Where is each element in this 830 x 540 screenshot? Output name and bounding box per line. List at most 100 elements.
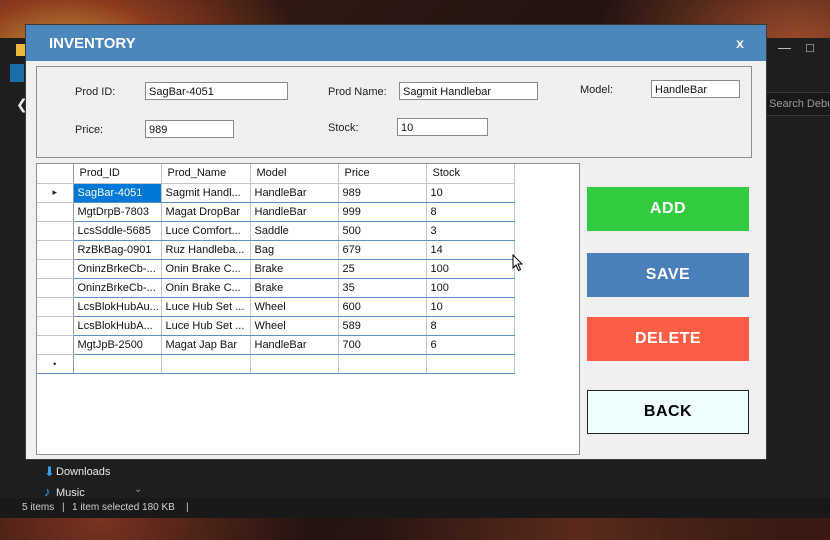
row-header[interactable] <box>37 297 74 317</box>
nav-item-downloads[interactable]: Downloads <box>56 466 110 478</box>
cell-stock[interactable]: 10 <box>426 297 515 317</box>
explorer-search-box[interactable]: Search Debug <box>766 92 830 116</box>
status-separator: | <box>62 502 65 513</box>
back-button[interactable]: BACK <box>587 390 749 434</box>
cell-price[interactable]: 679 <box>338 240 427 260</box>
cell-model[interactable]: Brake <box>250 278 339 298</box>
table-row[interactable]: OninzBrkeCb-... Onin Brake C... Brake 35 100 <box>37 278 515 298</box>
column-header-price[interactable]: Price <box>338 164 427 184</box>
table-row[interactable]: LcsBlokHubAu... Luce Hub Set ... Wheel 600 1… <box>37 297 515 317</box>
music-icon: ♪ <box>44 484 51 499</box>
cell-model[interactable]: Wheel <box>250 297 339 317</box>
minimize-icon[interactable]: — <box>778 40 791 55</box>
cell-prod-name[interactable]: Magat DropBar <box>161 202 251 222</box>
table-row[interactable]: RzBkBag-0901 Ruz Handleba... Bag 679 14 <box>37 240 515 260</box>
cell-model[interactable]: Wheel <box>250 316 339 336</box>
cell-stock[interactable]: 8 <box>426 316 515 336</box>
cell-model[interactable]: HandleBar <box>250 202 339 222</box>
cell-prod-id[interactable]: RzBkBag-0901 <box>73 240 162 260</box>
cell-prod-id[interactable]: MgtJpB-2500 <box>73 335 162 355</box>
cell-stock[interactable]: 14 <box>426 240 515 260</box>
grid-body: ▸ SagBar-4051 Sagmit Handl... HandleBar 989 1… <box>37 183 515 374</box>
column-header-prod-name[interactable]: Prod_Name <box>161 164 251 184</box>
cell-prod-id[interactable]: LcsSddle-5685 <box>73 221 162 241</box>
cell-model[interactable]: HandleBar <box>250 335 339 355</box>
status-separator: | <box>186 502 189 513</box>
cell-prod-id[interactable]: SagBar-4051 <box>73 183 162 203</box>
row-header[interactable] <box>37 240 74 260</box>
cell-price[interactable]: 989 <box>338 183 427 203</box>
column-header-stock[interactable]: Stock <box>426 164 515 184</box>
stock-field[interactable]: 10 <box>397 118 488 136</box>
prod-name-field[interactable]: Sagmit Handlebar <box>399 82 538 100</box>
cell-price[interactable]: 589 <box>338 316 427 336</box>
inventory-grid[interactable]: Prod_ID Prod_Name Model Price Stock ▸ Sag… <box>36 163 580 455</box>
cell-price[interactable]: 25 <box>338 259 427 279</box>
cell-model[interactable]: Bag <box>250 240 339 260</box>
row-header[interactable] <box>37 202 74 222</box>
cell-prod-name[interactable]: Luce Hub Set ... <box>161 297 251 317</box>
current-row-indicator[interactable]: ▸ <box>37 183 74 203</box>
add-button[interactable]: ADD <box>587 187 749 231</box>
cell-prod-id[interactable]: OninzBrkeCb-... <box>73 278 162 298</box>
cell-price[interactable]: 600 <box>338 297 427 317</box>
delete-button[interactable]: DELETE <box>587 317 749 361</box>
row-header[interactable] <box>37 221 74 241</box>
cell-prod-id[interactable]: LcsBlokHubA... <box>73 316 162 336</box>
status-selection: 1 item selected 180 KB <box>72 502 175 513</box>
explorer-status-bar: 5 items | 1 item selected 180 KB | <box>0 498 830 518</box>
cell-prod-name[interactable]: Ruz Handleba... <box>161 240 251 260</box>
cell-stock[interactable]: 8 <box>426 202 515 222</box>
prod-id-field[interactable]: SagBar-4051 <box>145 82 288 100</box>
cell-price[interactable]: 500 <box>338 221 427 241</box>
price-field[interactable]: 989 <box>145 120 234 138</box>
maximize-icon[interactable]: □ <box>806 40 814 55</box>
cell-stock[interactable]: 10 <box>426 183 515 203</box>
new-row[interactable]: • <box>37 354 515 374</box>
explorer-ribbon-strip <box>10 64 24 82</box>
new-row-cell[interactable] <box>73 354 162 374</box>
cell-price[interactable]: 700 <box>338 335 427 355</box>
table-row[interactable]: LcsSddle-5685 Luce Comfort... Saddle 500 3 <box>37 221 515 241</box>
table-row[interactable]: ▸ SagBar-4051 Sagmit Handl... HandleBar 989 1… <box>37 183 515 203</box>
cell-prod-name[interactable]: Sagmit Handl... <box>161 183 251 203</box>
cell-price[interactable]: 35 <box>338 278 427 298</box>
cell-prod-id[interactable]: OninzBrkeCb-... <box>73 259 162 279</box>
cell-price[interactable]: 999 <box>338 202 427 222</box>
cell-prod-name[interactable]: Luce Comfort... <box>161 221 251 241</box>
cell-prod-id[interactable]: LcsBlokHubAu... <box>73 297 162 317</box>
new-row-cell[interactable] <box>250 354 339 374</box>
cell-prod-name[interactable]: Magat Jap Bar <box>161 335 251 355</box>
cell-stock[interactable]: 6 <box>426 335 515 355</box>
new-row-cell[interactable] <box>161 354 251 374</box>
cell-stock[interactable]: 100 <box>426 278 515 298</box>
row-header[interactable] <box>37 259 74 279</box>
table-row[interactable]: MgtDrpB-7803 Magat DropBar HandleBar 999 8 <box>37 202 515 222</box>
model-field[interactable]: HandleBar <box>651 80 740 98</box>
cell-model[interactable]: HandleBar <box>250 183 339 203</box>
table-row[interactable]: MgtJpB-2500 Magat Jap Bar HandleBar 700 6 <box>37 335 515 355</box>
column-header-prod-id[interactable]: Prod_ID <box>73 164 162 184</box>
save-button[interactable]: SAVE <box>587 253 749 297</box>
column-header-model[interactable]: Model <box>250 164 339 184</box>
close-button[interactable]: x <box>730 33 750 53</box>
row-header[interactable] <box>37 316 74 336</box>
cell-model[interactable]: Brake <box>250 259 339 279</box>
row-header[interactable] <box>37 335 74 355</box>
cell-stock[interactable]: 3 <box>426 221 515 241</box>
cell-prod-name[interactable]: Luce Hub Set ... <box>161 316 251 336</box>
stock-label: Stock: <box>328 122 359 134</box>
row-header[interactable] <box>37 278 74 298</box>
cell-prod-id[interactable]: MgtDrpB-7803 <box>73 202 162 222</box>
model-label: Model: <box>580 84 614 96</box>
table-row[interactable]: OninzBrkeCb-... Onin Brake C... Brake 25 100 <box>37 259 515 279</box>
new-row-cell[interactable] <box>426 354 515 374</box>
cell-prod-name[interactable]: Onin Brake C... <box>161 278 251 298</box>
cell-prod-name[interactable]: Onin Brake C... <box>161 259 251 279</box>
new-row-indicator[interactable]: • <box>37 354 74 374</box>
new-row-cell[interactable] <box>338 354 427 374</box>
cell-model[interactable]: Saddle <box>250 221 339 241</box>
cell-stock[interactable]: 100 <box>426 259 515 279</box>
table-row[interactable]: LcsBlokHubA... Luce Hub Set ... Wheel 589 8 <box>37 316 515 336</box>
scroll-down-icon[interactable]: ⌄ <box>134 484 142 495</box>
